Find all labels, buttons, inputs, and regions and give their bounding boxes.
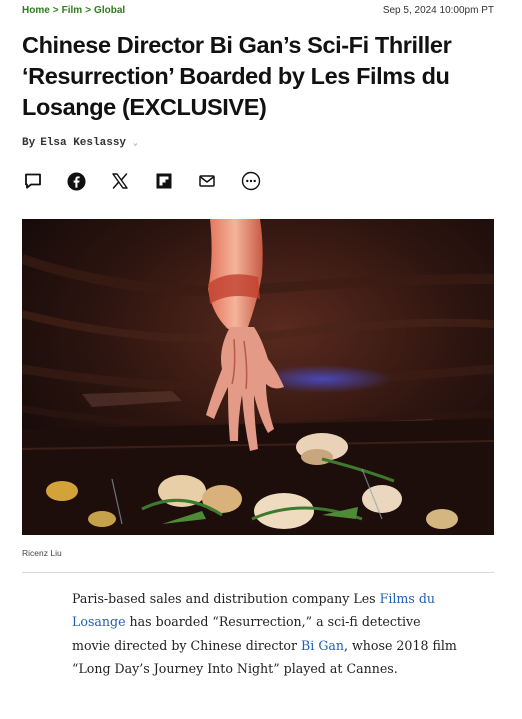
- divider: [22, 572, 494, 573]
- director-link[interactable]: Bi Gan: [301, 638, 344, 653]
- comment-icon[interactable]: [22, 171, 44, 191]
- byline-prefix: By: [22, 137, 36, 149]
- photo-credit: Ricenz Liu: [22, 548, 62, 558]
- author-name[interactable]: Elsa Keslassy: [40, 137, 126, 149]
- paragraph-text: Paris-based sales and distribution compa…: [72, 591, 380, 606]
- breadcrumb-home[interactable]: Home: [22, 5, 50, 16]
- article-paragraph: Paris-based sales and distribution compa…: [72, 587, 462, 681]
- chevron-down-icon[interactable]: ⌄: [133, 138, 138, 148]
- more-icon[interactable]: [240, 171, 262, 191]
- top-bar: Home > Film > Global Sep 5, 2024 10:00pm…: [22, 2, 494, 18]
- article-headline: Chinese Director Bi Gan’s Sci-Fi Thrille…: [22, 32, 452, 120]
- email-icon[interactable]: [196, 171, 218, 191]
- byline[interactable]: By Elsa Keslassy ⌄: [22, 137, 138, 149]
- article-hero-image: [22, 219, 494, 535]
- breadcrumb-global[interactable]: Global: [94, 5, 125, 16]
- x-icon[interactable]: [109, 171, 131, 191]
- breadcrumb-separator: >: [85, 4, 92, 16]
- publish-date: Sep 5, 2024 10:00pm PT: [382, 4, 494, 16]
- flipboard-icon[interactable]: [153, 171, 175, 191]
- breadcrumb: Home > Film > Global: [22, 5, 125, 16]
- breadcrumb-separator: >: [52, 4, 59, 16]
- share-bar: [22, 171, 284, 191]
- breadcrumb-film[interactable]: Film: [62, 5, 83, 16]
- facebook-icon[interactable]: [66, 171, 88, 191]
